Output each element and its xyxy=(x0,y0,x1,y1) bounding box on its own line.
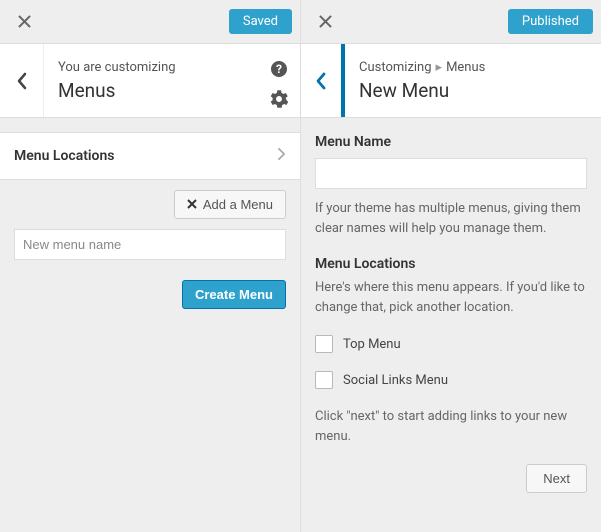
close-icon xyxy=(319,15,332,28)
header-title: New Menu xyxy=(359,79,587,102)
chevron-left-icon xyxy=(315,72,327,90)
panel-header: Customizing▸Menus New Menu xyxy=(301,44,601,118)
menu-locations-title: Menu Locations xyxy=(315,256,587,272)
menu-name-input[interactable] xyxy=(315,158,587,189)
checkbox[interactable] xyxy=(315,371,333,389)
menu-name-help: If your theme has multiple menus, giving… xyxy=(315,199,587,238)
status-badge: Saved xyxy=(229,9,292,34)
header-subtitle: You are customizing xyxy=(58,60,286,75)
close-icon xyxy=(187,197,197,212)
menu-name-label: Menu Name xyxy=(315,134,587,150)
checkbox[interactable] xyxy=(315,335,333,353)
topbar: Saved xyxy=(0,0,300,44)
customizer-panel-new-menu: Published Customizing▸Menus New Menu Men… xyxy=(301,0,601,532)
create-menu-button[interactable]: Create Menu xyxy=(182,280,286,309)
next-button[interactable]: Next xyxy=(526,464,587,493)
breadcrumb: Customizing▸Menus xyxy=(359,60,587,75)
panel-header: You are customizing Menus ? xyxy=(0,44,300,118)
next-help: Click "next" to start adding links to yo… xyxy=(315,407,587,446)
close-icon xyxy=(18,15,31,28)
menu-locations-help: Here's where this menu appears. If you'd… xyxy=(315,278,587,317)
close-button[interactable] xyxy=(309,6,341,38)
header-title: Menus xyxy=(58,79,286,102)
new-menu-name-input[interactable] xyxy=(14,229,286,260)
breadcrumb-root: Customizing xyxy=(359,60,432,75)
settings-button[interactable] xyxy=(270,90,288,108)
breadcrumb-parent: Menus xyxy=(446,60,485,75)
back-button[interactable] xyxy=(0,44,44,117)
checkbox-label: Top Menu xyxy=(343,337,401,352)
section-label: Menu Locations xyxy=(14,148,115,164)
close-button[interactable] xyxy=(8,6,40,38)
location-social-links[interactable]: Social Links Menu xyxy=(315,371,587,389)
topbar: Published xyxy=(301,0,601,44)
checkbox-label: Social Links Menu xyxy=(343,373,448,388)
add-menu-button[interactable]: Add a Menu xyxy=(174,190,286,219)
location-top-menu[interactable]: Top Menu xyxy=(315,335,587,353)
status-badge: Published xyxy=(508,9,593,34)
chevron-left-icon xyxy=(16,72,28,90)
section-menu-locations[interactable]: Menu Locations xyxy=(0,132,300,180)
back-button[interactable] xyxy=(301,44,345,117)
help-button[interactable]: ? xyxy=(270,60,288,78)
customizer-panel-menus: Saved You are customizing Menus ? xyxy=(0,0,301,532)
chevron-right-icon xyxy=(277,147,286,165)
svg-text:?: ? xyxy=(276,62,282,76)
add-menu-label: Add a Menu xyxy=(203,197,273,212)
gear-icon xyxy=(270,90,288,108)
help-icon: ? xyxy=(270,60,288,78)
